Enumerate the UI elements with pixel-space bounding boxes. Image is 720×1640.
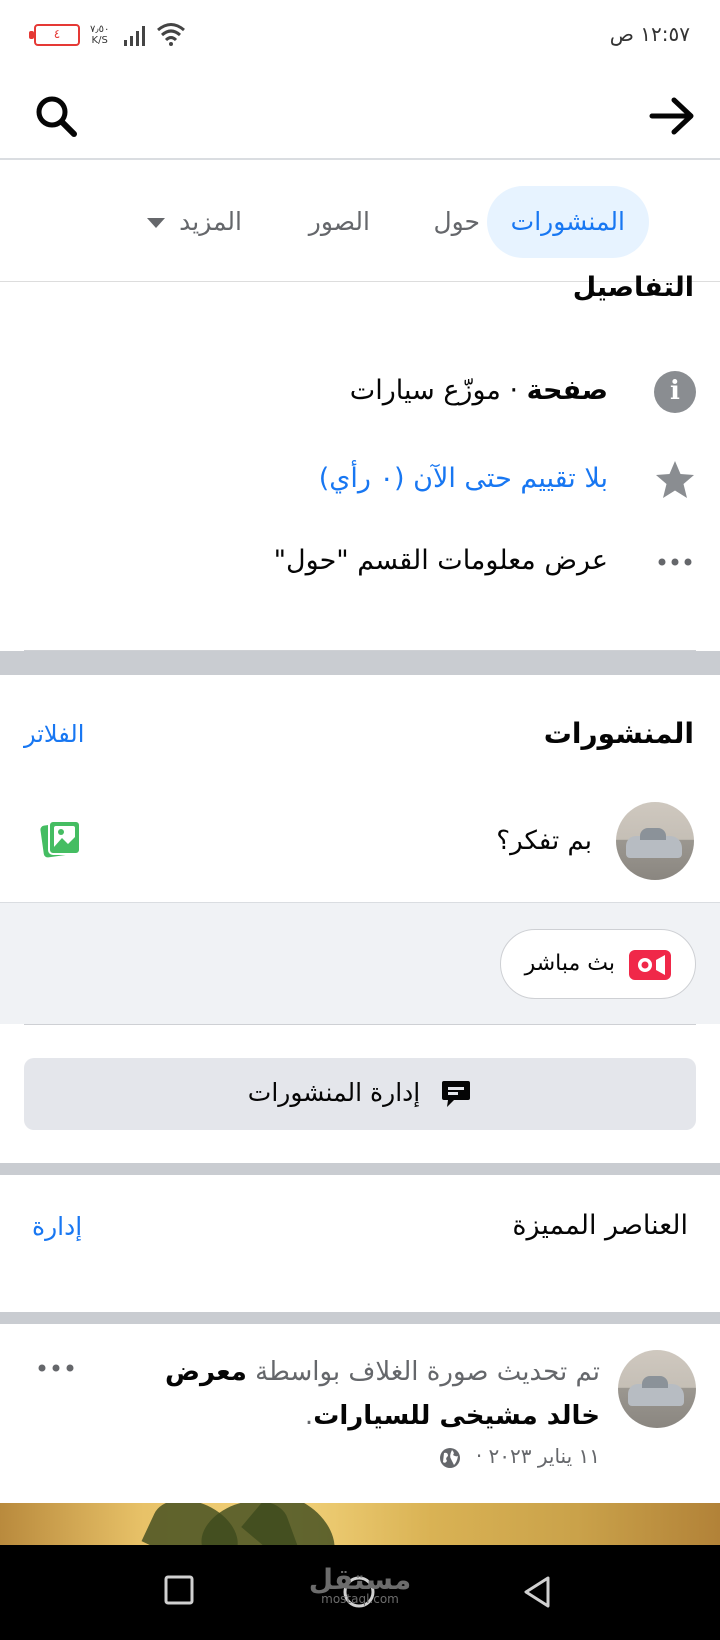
battery-icon: ٤: [29, 24, 80, 46]
section-separator: [0, 651, 720, 675]
tab-photos[interactable]: الصور: [309, 186, 370, 258]
comment-icon: [442, 1081, 471, 1107]
page-tabs: المنشورات حول الصور المزيد: [0, 162, 720, 282]
detail-row-see-about[interactable]: عرض معلومات القسم "حول": [24, 537, 696, 587]
system-nav-bar: مستقل mostaql.com: [0, 1545, 720, 1640]
star-icon: [656, 461, 694, 498]
manage-posts-button[interactable]: إدارة المنشورات: [24, 1058, 696, 1130]
tab-posts[interactable]: المنشورات: [486, 186, 649, 258]
signal-icon: [124, 26, 145, 46]
back-arrow-icon[interactable]: [648, 94, 696, 138]
photo-icon[interactable]: [40, 818, 82, 860]
top-bar: [0, 72, 720, 160]
post-text: تم تحديث صورة الغلاف بواسطة معرض خالد مش…: [164, 1357, 600, 1431]
details-title: التفاصيل: [572, 272, 694, 303]
posts-title: المنشورات: [543, 717, 694, 750]
featured-title: العناصر المميزة: [512, 1210, 688, 1241]
manage-posts-label: إدارة المنشورات: [247, 1078, 421, 1107]
post-author-avatar[interactable]: [618, 1350, 696, 1428]
live-video-icon: [629, 950, 671, 980]
detail-category: صفحة · موزّع سيارات: [349, 375, 608, 406]
composer-placeholder[interactable]: بم تفكر؟: [496, 826, 592, 856]
filters-link[interactable]: الفلاتر: [24, 720, 84, 748]
search-icon[interactable]: [34, 94, 78, 138]
live-button[interactable]: بث مباشر: [500, 929, 696, 999]
info-icon: i: [654, 371, 696, 413]
post-date[interactable]: ١١ يناير ٢٠٢٣ ·: [476, 1444, 600, 1468]
featured-manage-link[interactable]: إدارة: [32, 1212, 82, 1241]
post-composer[interactable]: بم تفكر؟: [26, 798, 694, 884]
page-avatar[interactable]: [616, 802, 694, 880]
more-dots-icon: [658, 558, 692, 566]
live-area: بث مباشر: [0, 902, 720, 1024]
divider: [24, 1024, 696, 1025]
detail-row-rating[interactable]: بلا تقييم حتى الآن (٠ رأي): [24, 455, 696, 505]
section-separator: [0, 1312, 720, 1324]
status-bar: ١٢:٥٧ ص ٤ ٧٫٥٠ K/S: [0, 0, 720, 72]
detail-row-category: i صفحة · موزّع سيارات: [24, 367, 696, 417]
caret-down-icon: [147, 218, 166, 228]
watermark: مستقل mostaql.com: [308, 1563, 412, 1606]
post-cover-image[interactable]: [0, 1503, 720, 1545]
wifi-icon: [157, 23, 185, 46]
globe-icon: [440, 1447, 461, 1468]
tab-more[interactable]: المزيد: [147, 186, 242, 258]
section-separator: [0, 1163, 720, 1175]
post-options-icon[interactable]: [36, 1358, 76, 1378]
post-header: تم تحديث صورة الغلاف بواسطة معرض خالد مش…: [24, 1350, 696, 1468]
tab-about[interactable]: حول: [433, 186, 480, 258]
detail-see-about[interactable]: عرض معلومات القسم "حول": [274, 545, 608, 576]
post-meta: ١١ يناير ٢٠٢٣ ·: [439, 1444, 600, 1469]
tab-more-label: المزيد: [179, 207, 242, 236]
detail-rating[interactable]: بلا تقييم حتى الآن (٠ رأي): [319, 463, 608, 494]
net-speed: ٧٫٥٠ K/S: [90, 24, 110, 46]
status-time: ١٢:٥٧ ص: [609, 22, 690, 46]
live-label: بث مباشر: [524, 951, 615, 976]
